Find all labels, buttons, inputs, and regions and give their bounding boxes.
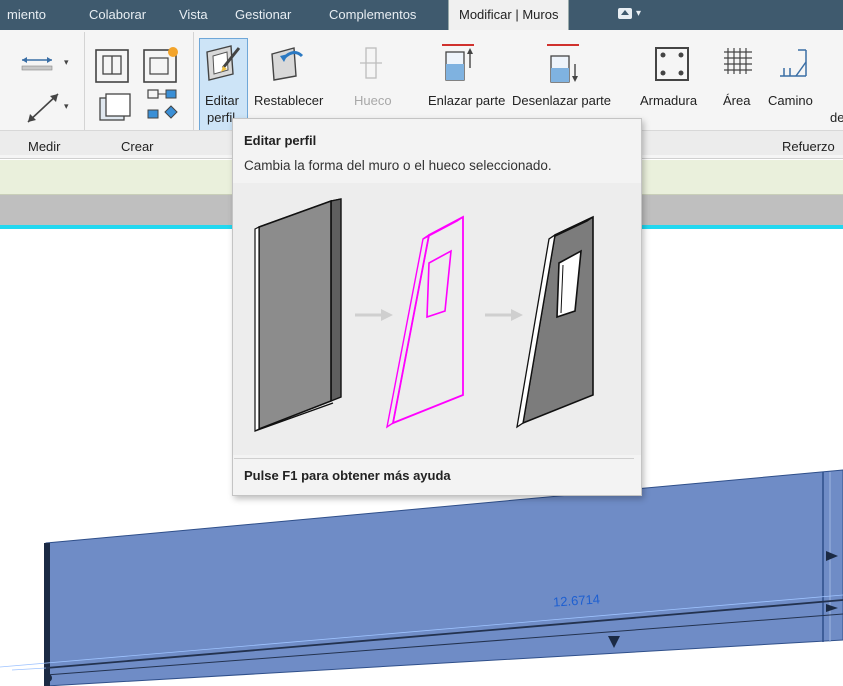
tooltip-divider (234, 458, 634, 459)
tooltip-description: Cambia la forma del muro o el hueco sele… (244, 158, 552, 173)
tooltip-help: Pulse F1 para obtener más ayuda (244, 468, 451, 483)
tooltip-editar-perfil: Editar perfil Cambia la forma del muro o… (232, 118, 642, 496)
tooltip-title: Editar perfil (244, 133, 317, 148)
tooltip-illustration (233, 183, 641, 455)
edit-profile-illustration (254, 198, 594, 432)
